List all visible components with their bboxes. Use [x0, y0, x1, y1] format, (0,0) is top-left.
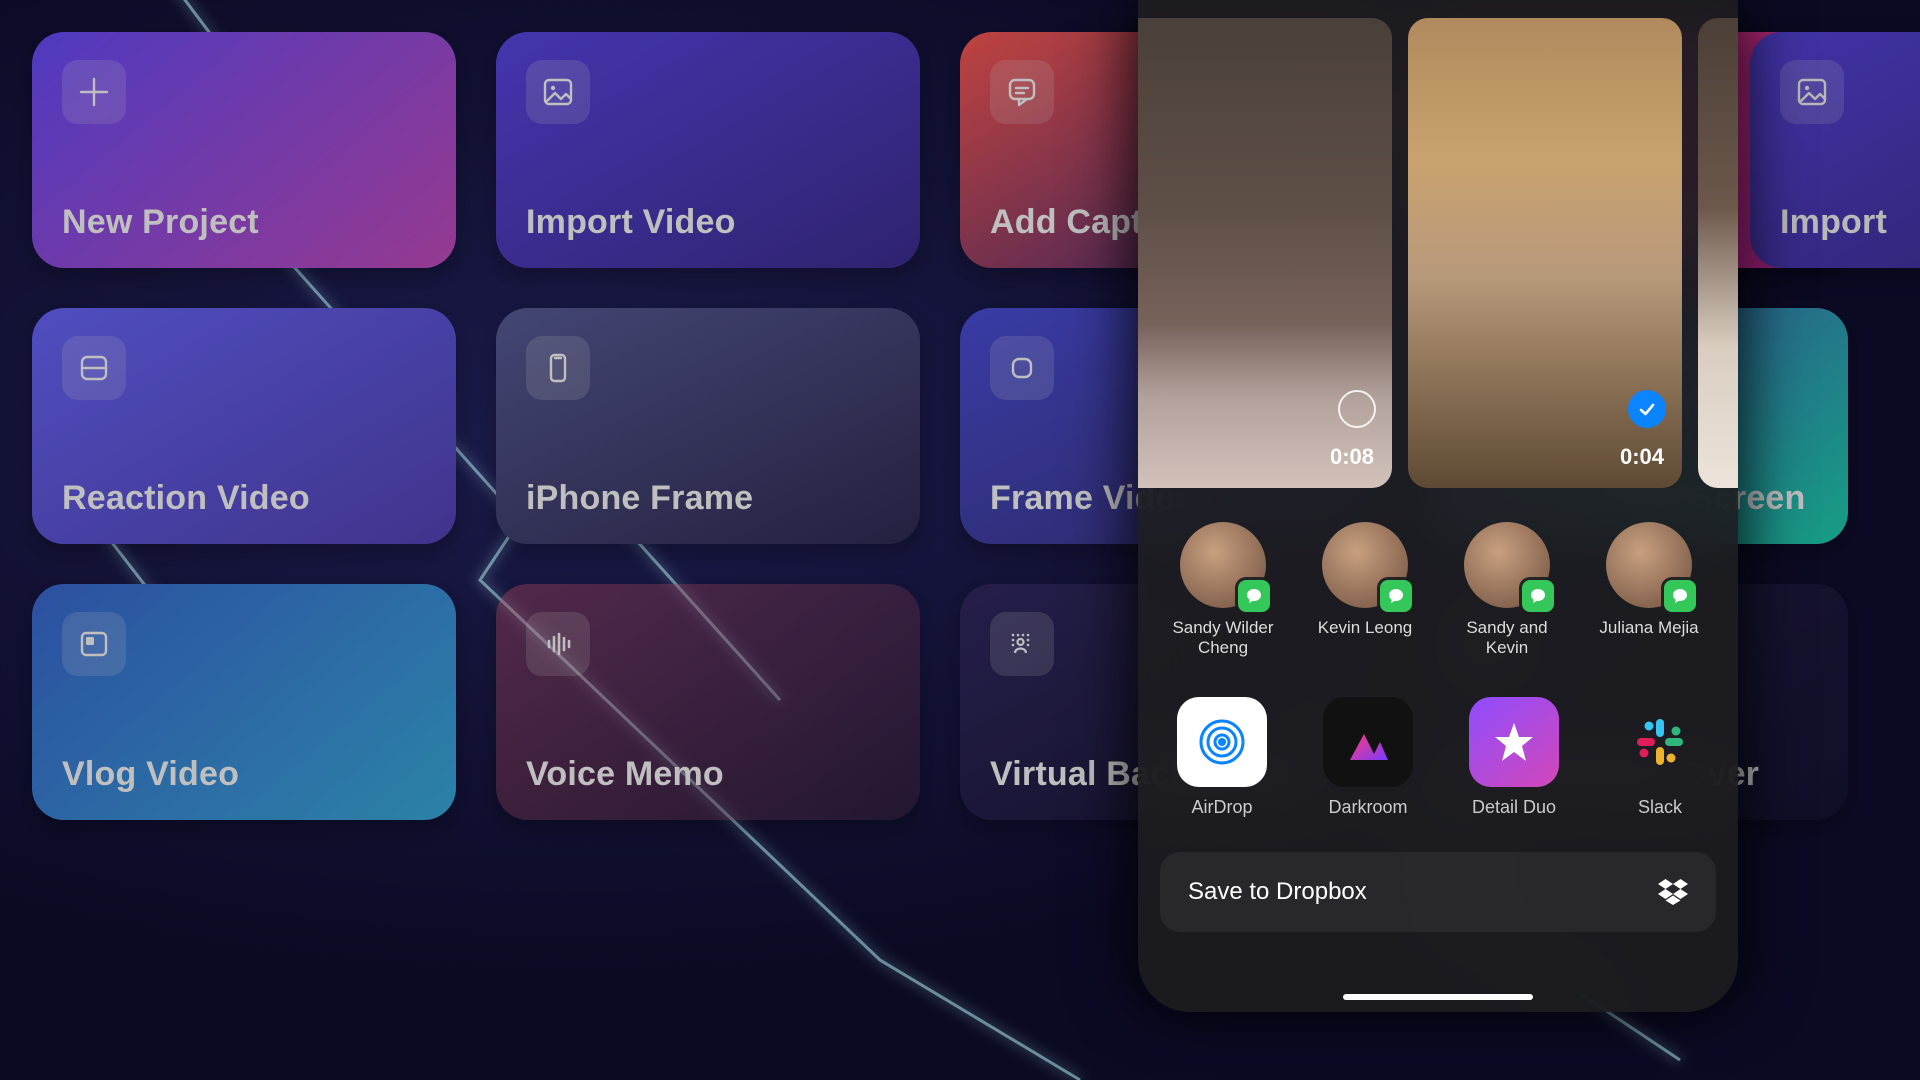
tile-label: Voice Memo: [526, 755, 890, 794]
tile-label: New Project: [62, 203, 426, 242]
tile-import[interactable]: Import: [1750, 32, 1920, 268]
app-airdrop-icon: [1177, 697, 1267, 787]
contact-name: Juliana Mejia: [1599, 618, 1698, 638]
contact-name: Sandy Wilder Cheng: [1164, 618, 1282, 659]
plus-icon: [62, 60, 126, 124]
waveform-icon: [526, 612, 590, 676]
tile-import-video[interactable]: Import Video: [496, 32, 920, 268]
app-label: AirDrop: [1191, 797, 1252, 818]
tile-reaction-video[interactable]: Reaction Video: [32, 308, 456, 544]
app-slack-icon: [1615, 697, 1705, 787]
share-contact[interactable]: Kevin Leong: [1306, 522, 1424, 659]
share-thumbnail[interactable]: 0:04: [1408, 18, 1682, 488]
phone-icon: [526, 336, 590, 400]
tile-label: iPhone Frame: [526, 479, 890, 518]
action-tile-grid-mirror: ImportReactionRecordVirtual: [1750, 0, 1920, 1080]
share-contact[interactable]: Juliana Mejia: [1590, 522, 1708, 659]
app-detail-duo[interactable]: Detail Duo: [1460, 697, 1568, 818]
app-airdrop[interactable]: AirDrop: [1168, 697, 1276, 818]
share-contact[interactable]: Greg Ap: [1732, 522, 1738, 659]
selection-checked-icon[interactable]: [1628, 390, 1666, 428]
tile-voice-memo[interactable]: Voice Memo: [496, 584, 920, 820]
messages-badge-icon: [1664, 580, 1696, 612]
dropbox-icon: [1658, 879, 1688, 905]
avatar: [1464, 522, 1550, 608]
tile-label: Reaction Video: [62, 479, 426, 518]
avatar: [1606, 522, 1692, 608]
tile-iphone-frame[interactable]: iPhone Frame: [496, 308, 920, 544]
avatar: [1180, 522, 1266, 608]
selection-circle-icon[interactable]: [1338, 390, 1376, 428]
app-label: Darkroom: [1328, 797, 1407, 818]
app-label: Slack: [1638, 797, 1682, 818]
app-detail-duo-icon: [1469, 697, 1559, 787]
pip-icon: [62, 612, 126, 676]
tile-new-project[interactable]: New Project: [32, 32, 456, 268]
share-contact[interactable]: Sandy and Kevin: [1448, 522, 1566, 659]
messages-badge-icon: [1522, 580, 1554, 612]
messages-badge-icon: [1380, 580, 1412, 612]
image-icon: [1780, 60, 1844, 124]
thumbnail-duration: 0:04: [1620, 444, 1664, 470]
tile-vlog-video[interactable]: Vlog Video: [32, 584, 456, 820]
frame-icon: [990, 336, 1054, 400]
split-icon: [62, 336, 126, 400]
image-icon: [526, 60, 590, 124]
tile-label: Import: [1780, 203, 1920, 242]
tile-label: Vlog Video: [62, 755, 426, 794]
messages-badge-icon: [1238, 580, 1270, 612]
share-thumbnail-row: 0:08 0:04: [1138, 0, 1738, 500]
share-sheet: 0:080:04 Sandy Wilder ChengKevin LeongSa…: [1138, 0, 1738, 1012]
action-label: Save to Dropbox: [1188, 878, 1367, 906]
caption-icon: [990, 60, 1054, 124]
app-darkroom[interactable]: Darkroom: [1314, 697, 1422, 818]
share-contact-row: Sandy Wilder Cheng Kevin Leong Sandy and K…: [1138, 500, 1738, 665]
tile-label: Import Video: [526, 203, 890, 242]
app-darkroom-icon: [1323, 697, 1413, 787]
save-to-dropbox-row[interactable]: Save to Dropbox: [1160, 852, 1716, 932]
avatar: [1322, 522, 1408, 608]
share-app-row: AirDrop Darkroom Detail Duo Slack: [1138, 665, 1738, 824]
contact-name: Kevin Leong: [1318, 618, 1413, 638]
person-dots-icon: [990, 612, 1054, 676]
app-label: Detail Duo: [1472, 797, 1556, 818]
share-contact[interactable]: Sandy Wilder Cheng: [1164, 522, 1282, 659]
share-thumbnail[interactable]: [1698, 18, 1738, 488]
app-slack[interactable]: Slack: [1606, 697, 1714, 818]
home-indicator[interactable]: [1343, 994, 1533, 1000]
contact-name: Sandy and Kevin: [1448, 618, 1566, 659]
share-thumbnail[interactable]: 0:08: [1138, 18, 1392, 488]
thumbnail-duration: 0:08: [1330, 444, 1374, 470]
